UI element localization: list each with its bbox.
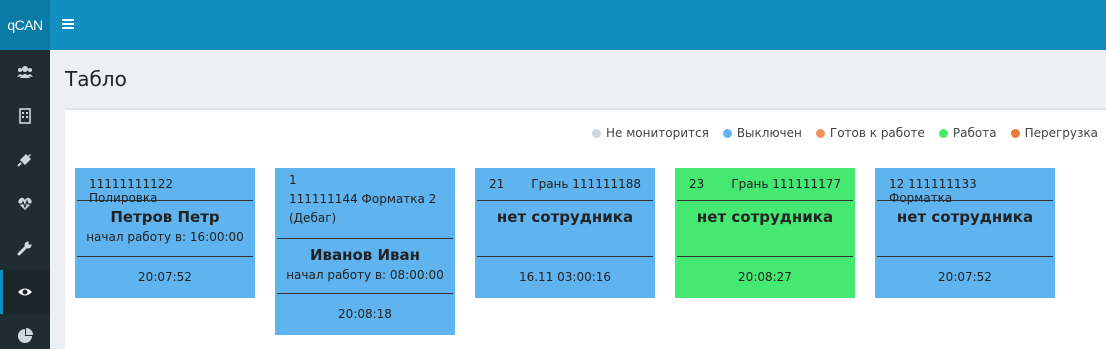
- legend-item: Выключен: [722, 126, 802, 140]
- card-employee-name: Иванов Иван: [309, 246, 421, 264]
- card-machine-label: 111111144 Форматка 2: [289, 192, 437, 206]
- sidebar-item-pie-chart[interactable]: [0, 314, 50, 349]
- app-logo[interactable]: qCAN: [0, 0, 50, 50]
- card-start-time: начал работу в: 08:00:00: [286, 268, 444, 282]
- card-machine-label: Грань 111111177: [731, 177, 841, 191]
- legend-item: Работа: [938, 126, 997, 140]
- card-machine-number: 21: [489, 177, 505, 191]
- sidebar: [0, 50, 50, 349]
- sidebar-item-plug[interactable]: [0, 138, 50, 182]
- machine-card[interactable]: 1 111111144 Форматка 2 (Дебаг) Иванов Ив…: [275, 168, 455, 335]
- plug-icon: [17, 154, 31, 167]
- top-navbar: qCAN: [0, 0, 1106, 50]
- card-timestamp: 20:07:52: [938, 270, 992, 284]
- legend-label: Выключен: [736, 126, 802, 140]
- legend-label: Перегрузка: [1024, 126, 1099, 140]
- pie-chart-icon: [18, 328, 33, 343]
- card-employee-name: нет сотрудника: [896, 208, 1034, 226]
- main-content: Табло Не мониторится Выключен Готов к ра…: [50, 50, 1106, 349]
- legend-label: Готов к работе: [829, 126, 925, 140]
- machine-card[interactable]: 21 Грань 111111188 нет сотрудника 16.11 …: [475, 168, 655, 298]
- card-timestamp: 16.11 03:00:16: [518, 270, 612, 284]
- card-header: 1 111111144 Форматка 2 (Дебаг): [277, 168, 453, 239]
- card-start-time: начал работу в: 16:00:00: [86, 230, 244, 244]
- sidebar-item-heartbeat[interactable]: [0, 182, 50, 226]
- card-machine-label: 11111111122 Полировка: [89, 177, 173, 205]
- legend-dot: [722, 128, 732, 138]
- legend-dot: [1010, 128, 1020, 138]
- card-body: нет сотрудника: [677, 201, 853, 257]
- card-header: 21 Грань 111111188: [477, 168, 653, 201]
- card-header: 23 Грань 111111177: [677, 168, 853, 201]
- menu-toggle-icon[interactable]: [62, 17, 78, 33]
- board-panel: Не мониторится Выключен Готов к работе Р…: [65, 108, 1106, 349]
- card-machine-note: (Дебаг): [289, 211, 337, 225]
- wrench-icon: [17, 241, 32, 256]
- machine-card[interactable]: 12 111111133 Форматка нет сотрудника 20:…: [875, 168, 1055, 298]
- machine-card[interactable]: 23 Грань 111111177 нет сотрудника 20:08:…: [675, 168, 855, 298]
- card-machine-number: 23: [689, 177, 705, 191]
- machine-card[interactable]: 11111111122 Полировка Петров Петр начал …: [75, 168, 255, 298]
- legend-item: Перегрузка: [1010, 126, 1099, 140]
- card-timestamp: 20:08:27: [738, 270, 792, 284]
- sidebar-item-wrench[interactable]: [0, 226, 50, 270]
- card-employee-name: нет сотрудника: [496, 208, 634, 226]
- heartbeat-icon: [18, 197, 32, 210]
- card-machine-number: 1: [289, 173, 297, 187]
- building-icon: [19, 108, 31, 124]
- page-title: Табло: [65, 67, 127, 91]
- legend-label: Работа: [952, 126, 997, 140]
- legend-dot: [592, 128, 601, 138]
- sidebar-item-building[interactable]: [0, 94, 50, 138]
- card-body: Иванов Иван начал работу в: 08:00:00: [277, 239, 453, 294]
- status-legend: Не мониторится Выключен Готов к работе Р…: [592, 126, 1106, 140]
- legend-dot: [815, 128, 825, 138]
- card-machine-label: Грань 111111188: [531, 177, 641, 191]
- sidebar-item-eye[interactable]: [0, 270, 50, 314]
- eye-icon: [18, 288, 32, 296]
- card-header: 12 111111133 Форматка: [877, 168, 1053, 205]
- users-icon: [17, 66, 33, 78]
- card-timestamp: 20:08:18: [338, 307, 392, 321]
- legend-label: Не мониторится: [606, 126, 709, 140]
- card-employee-name: Петров Петр: [110, 208, 220, 226]
- card-machine-label: 12 111111133 Форматка: [889, 177, 977, 205]
- card-header: 11111111122 Полировка: [77, 168, 253, 205]
- card-body: нет сотрудника: [877, 201, 1053, 257]
- legend-item: Не мониторится: [592, 126, 709, 140]
- card-employee-name: нет сотрудника: [696, 208, 834, 226]
- sidebar-item-users[interactable]: [0, 50, 50, 94]
- card-timestamp: 20:07:52: [138, 270, 192, 284]
- legend-item: Готов к работе: [815, 126, 925, 140]
- card-body: Петров Петр начал работу в: 16:00:00: [77, 201, 253, 257]
- card-body: нет сотрудника: [477, 201, 653, 257]
- legend-dot: [938, 128, 948, 138]
